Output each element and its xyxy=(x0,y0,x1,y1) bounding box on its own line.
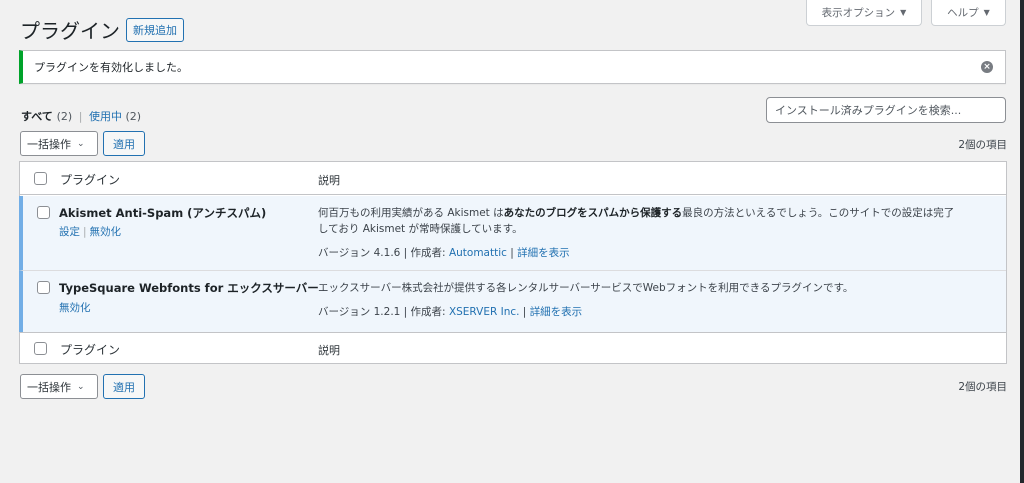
plugin-checkbox[interactable] xyxy=(37,206,50,219)
success-notice: プラグインを有効化しました。 × xyxy=(19,50,1006,84)
screen-options-label: 表示オプション xyxy=(821,7,896,19)
notice-message: プラグインを有効化しました。 xyxy=(34,61,188,74)
description-text: エックスサーバー株式会社が提供する各レンタルサーバーサービスでWebフォントを利… xyxy=(318,282,854,294)
filter-links: すべて (2) | 使用中 (2) xyxy=(21,108,141,124)
filter-active[interactable]: 使用中 (2) xyxy=(89,110,141,123)
filter-active-count: (2) xyxy=(125,110,142,123)
plugin-actions: 無効化 xyxy=(59,300,91,315)
version-author-label: バージョン 4.1.6 | 作成者: xyxy=(318,247,449,259)
items-count-top: 2個の項目 xyxy=(958,139,1007,151)
plugin-checkbox[interactable] xyxy=(37,281,50,294)
plugin-actions: 設定 | 無効化 xyxy=(59,224,121,239)
apply-button-bottom[interactable]: 適用 xyxy=(103,374,145,399)
deactivate-link[interactable]: 無効化 xyxy=(59,302,91,314)
column-plugin-footer[interactable]: プラグイン xyxy=(60,341,120,358)
items-count-bottom: 2個の項目 xyxy=(958,381,1007,393)
author-link[interactable]: Automattic xyxy=(449,247,507,259)
filter-all[interactable]: すべて (2) xyxy=(21,110,72,123)
plugin-row: TypeSquare Webfonts for エックスサーバー 無効化 エック… xyxy=(19,271,1006,332)
bulk-action-select-top[interactable]: 一括操作 ⌄ xyxy=(20,131,98,156)
action-separator: | xyxy=(83,226,87,238)
table-footer: プラグイン 説明 xyxy=(20,332,1006,363)
plugin-name: Akismet Anti-Spam (アンチスパム) xyxy=(59,206,267,220)
details-link[interactable]: 詳細を表示 xyxy=(530,306,583,318)
column-plugin-header[interactable]: プラグイン xyxy=(60,171,120,188)
apply-button-top[interactable]: 適用 xyxy=(103,131,145,156)
column-description-footer: 説明 xyxy=(318,344,340,357)
column-description-header: 説明 xyxy=(318,174,340,187)
plugin-search-input[interactable] xyxy=(766,97,1006,123)
caret-down-icon: ▼ xyxy=(900,8,907,17)
plugin-row: Akismet Anti-Spam (アンチスパム) 設定 | 無効化 何百万もの利… xyxy=(19,196,1006,271)
bulk-action-label: 一括操作 xyxy=(27,137,71,151)
add-new-button[interactable]: 新規追加 xyxy=(126,18,184,42)
dismiss-icon[interactable]: × xyxy=(981,61,993,73)
deactivate-link[interactable]: 無効化 xyxy=(90,226,122,238)
table-header: プラグイン 説明 xyxy=(20,162,1006,195)
bulk-action-label: 一括操作 xyxy=(27,380,71,394)
caret-down-icon: ▼ xyxy=(983,8,990,17)
select-all-checkbox-footer[interactable] xyxy=(34,342,47,355)
plugins-table: プラグイン 説明 Akismet Anti-Spam (アンチスパム) 設定 | 無… xyxy=(19,161,1007,364)
version-author-label: バージョン 1.2.1 | 作成者: xyxy=(318,306,449,318)
chevron-down-icon: ⌄ xyxy=(77,138,85,149)
filter-active-label: 使用中 xyxy=(88,110,122,123)
help-label: ヘルプ xyxy=(947,7,979,19)
plugin-meta: バージョン 4.1.6 | 作成者: Automattic | 詳細を表示 xyxy=(318,247,570,259)
plugin-name: TypeSquare Webfonts for エックスサーバー xyxy=(59,281,319,295)
page-title: プラグイン xyxy=(20,19,120,43)
settings-link[interactable]: 設定 xyxy=(59,226,80,238)
description-text: 最良の方法といえるでしょう。このサイトでの設定は完了 xyxy=(682,207,955,219)
filter-all-count: (2) xyxy=(56,110,73,123)
window-edge xyxy=(1020,0,1024,483)
description-text: 何百万もの利用実績がある Akismet は xyxy=(318,207,504,219)
help-button[interactable]: ヘルプ ▼ xyxy=(931,0,1006,26)
description-text: しており Akismet が常時保護しています。 xyxy=(318,223,523,235)
description-emphasis: あなたのブログをスパムから保護する xyxy=(503,207,683,219)
plugin-description: エックスサーバー株式会社が提供する各レンタルサーバーサービスでWebフォントを利… xyxy=(318,280,998,296)
details-link[interactable]: 詳細を表示 xyxy=(517,247,570,259)
bulk-action-select-bottom[interactable]: 一括操作 ⌄ xyxy=(20,374,98,399)
plugin-description: 何百万もの利用実績がある Akismet はあなたのブログをスパムから保護する最… xyxy=(318,205,998,237)
screen-options-button[interactable]: 表示オプション ▼ xyxy=(806,0,922,26)
select-all-checkbox[interactable] xyxy=(34,172,47,185)
author-link[interactable]: XSERVER Inc. xyxy=(449,306,520,318)
chevron-down-icon: ⌄ xyxy=(77,381,85,392)
plugin-meta: バージョン 1.2.1 | 作成者: XSERVER Inc. | 詳細を表示 xyxy=(318,306,583,318)
filter-separator: | xyxy=(78,110,83,123)
filter-all-label: すべて xyxy=(21,110,53,123)
